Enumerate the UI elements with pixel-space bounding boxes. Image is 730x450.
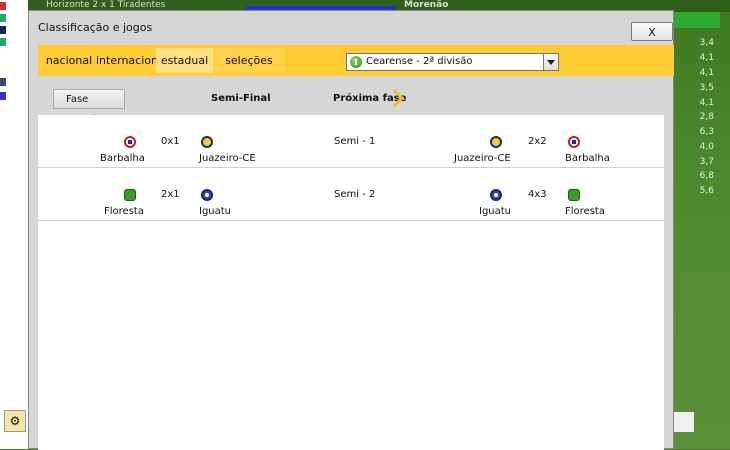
tab-nacional[interactable]: nacional: [42, 48, 96, 73]
chevron-right-icon[interactable]: [391, 88, 405, 108]
chevron-down-icon[interactable]: [543, 54, 558, 70]
iguatu-crest-icon: [490, 189, 502, 201]
home-team: Juazeiro-CE: [454, 153, 511, 164]
background-value: 3,7: [699, 157, 714, 167]
away-team: Iguatu: [199, 206, 232, 217]
away-team: Juazeiro-CE: [199, 153, 256, 164]
score: 0x1: [161, 136, 180, 147]
score: 2x1: [161, 189, 180, 200]
background-value: 5,6: [699, 186, 714, 196]
away-team: Barbalha: [565, 153, 610, 164]
background-value: 6,3: [699, 127, 714, 137]
background-value: 4,0: [699, 142, 714, 152]
away-team: Floresta: [565, 206, 605, 217]
background-value: 4,1: [699, 53, 714, 63]
background-widget: [674, 412, 694, 432]
list-icon: [0, 92, 6, 100]
list-icon: [0, 78, 6, 86]
home-team: Barbalha: [100, 153, 145, 164]
floresta-crest-icon: [124, 189, 136, 201]
barbalha-crest-icon: [568, 136, 580, 148]
background-highlight-bar: [674, 12, 720, 28]
list-icon: [0, 14, 6, 22]
juazeiro-crest-icon: [490, 136, 502, 148]
score: 4x3: [528, 189, 547, 200]
dialog-title: Classificação e jogos: [38, 21, 153, 34]
background-value: 4,1: [699, 98, 714, 108]
background-value: 3,4: [699, 38, 714, 48]
score: 2x2: [528, 136, 547, 147]
competition-select-value: Cearense - 2ª divisão: [366, 56, 473, 67]
background-value: 6,8: [699, 171, 714, 181]
competition-tab-bar: nacional internacional estadual seleções…: [38, 45, 674, 76]
home-team: Iguatu: [479, 206, 512, 217]
list-icon: [0, 26, 6, 34]
phase-title: Semi-Final: [211, 93, 271, 104]
competition-select[interactable]: Cearense - 2ª divisão: [346, 53, 559, 71]
juazeiro-crest-icon: [201, 136, 213, 148]
background-right-panel: 3,4 4,1 4,1 3,5 4,1 2,8 6,3 4,0 3,7 6,8 …: [674, 12, 730, 449]
barbalha-crest-icon: [124, 136, 136, 148]
background-value: 4,1: [699, 68, 714, 78]
tab-selecoes[interactable]: seleções: [213, 48, 285, 73]
tab-internacional[interactable]: internacional: [96, 48, 168, 73]
background-left-panel: ⚙: [0, 0, 28, 449]
previous-phase-button[interactable]: Fase anterior: [53, 89, 125, 125]
iguatu-crest-icon: [201, 189, 213, 201]
match-name: Semi - 2: [334, 189, 376, 200]
floresta-crest-icon: [568, 189, 580, 201]
matches-panel: Barbalha 0x1 Juazeiro-CE Semi - 1 Juazei…: [38, 115, 664, 450]
match-row: Floresta 2x1 Iguatu Semi - 2 Iguatu 4x3 …: [38, 168, 664, 221]
soccer-ball-icon: [350, 56, 362, 68]
classification-dialog: Classificação e jogos X nacional interna…: [28, 10, 674, 450]
match-row: Barbalha 0x1 Juazeiro-CE Semi - 1 Juazei…: [38, 115, 664, 168]
background-value: 3,5: [699, 83, 714, 93]
list-icon: [0, 2, 6, 10]
list-icon: [0, 38, 6, 46]
background-value: 2,8: [699, 112, 714, 122]
home-team: Floresta: [104, 206, 144, 217]
close-button[interactable]: X: [631, 22, 673, 41]
settings-icon[interactable]: ⚙: [4, 410, 26, 432]
match-name: Semi - 1: [334, 136, 376, 147]
tab-estadual[interactable]: estadual: [156, 48, 213, 73]
